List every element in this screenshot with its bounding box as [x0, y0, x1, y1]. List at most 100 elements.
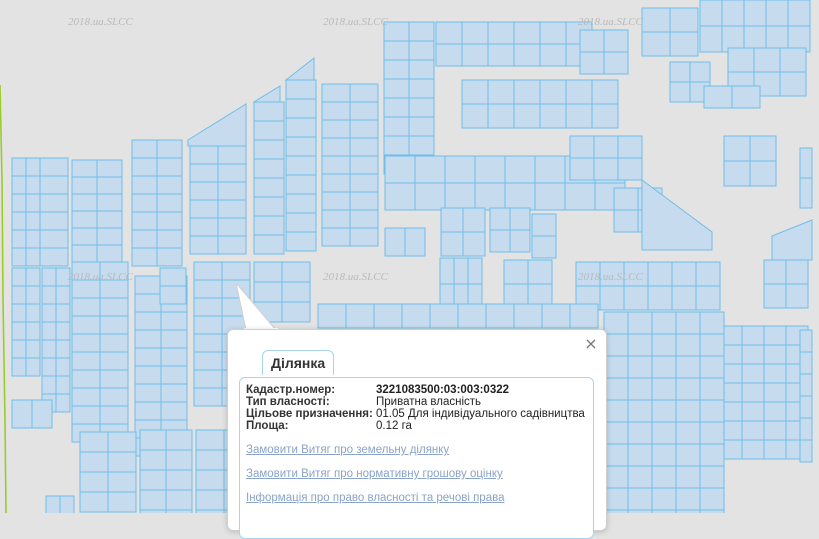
land-parcel[interactable] [41, 285, 57, 305]
land-parcel[interactable] [156, 229, 183, 249]
land-parcel[interactable] [25, 175, 41, 195]
land-parcel[interactable] [462, 231, 486, 257]
land-parcel[interactable] [799, 351, 813, 375]
land-parcel[interactable] [193, 387, 223, 407]
land-parcel[interactable] [603, 29, 629, 53]
land-parcel[interactable] [513, 21, 541, 45]
land-parcel[interactable] [134, 275, 162, 295]
land-parcel[interactable] [603, 487, 629, 511]
land-parcel[interactable] [647, 285, 673, 311]
land-parcel[interactable] [513, 79, 541, 105]
land-parcel[interactable] [741, 420, 765, 441]
land-parcel[interactable] [383, 97, 410, 118]
land-parcel[interactable] [689, 61, 711, 83]
land-parcel[interactable] [41, 267, 57, 287]
land-parcel[interactable] [675, 421, 701, 445]
land-parcel[interactable] [579, 29, 605, 53]
land-parcel[interactable] [440, 231, 464, 257]
land-parcel[interactable] [321, 173, 351, 193]
land-parcel[interactable] [799, 373, 813, 397]
land-parcel[interactable] [763, 325, 787, 346]
land-parcel[interactable] [217, 181, 247, 201]
land-parcel[interactable] [401, 303, 431, 329]
land-parcel[interactable] [99, 351, 129, 371]
land-parcel[interactable] [383, 135, 410, 156]
land-parcel[interactable] [39, 175, 69, 195]
land-parcel[interactable] [253, 120, 285, 141]
land-parcel[interactable] [485, 303, 515, 329]
tab-parcel[interactable]: Ділянка [262, 350, 335, 375]
land-parcel[interactable] [193, 333, 223, 353]
land-parcel[interactable] [669, 7, 699, 33]
land-parcel[interactable] [55, 339, 71, 359]
land-parcel[interactable] [107, 471, 137, 493]
land-parcel[interactable] [384, 155, 416, 184]
land-parcel[interactable] [727, 47, 755, 73]
land-parcel[interactable] [39, 229, 69, 249]
land-parcel[interactable] [539, 43, 567, 67]
land-parcel[interactable] [79, 451, 109, 473]
land-parcel[interactable] [45, 495, 61, 513]
land-parcel[interactable] [25, 211, 41, 231]
land-parcel[interactable] [461, 79, 489, 105]
land-parcel[interactable] [41, 339, 57, 359]
land-parcel[interactable] [253, 101, 285, 122]
order-parcel-extract-link[interactable]: Замовити Витяг про земельну ділянку [246, 444, 449, 456]
land-parcel[interactable] [189, 181, 219, 201]
land-parcel[interactable] [763, 259, 787, 285]
land-parcel[interactable] [321, 83, 351, 103]
land-parcel[interactable] [699, 421, 725, 445]
land-parcel[interactable] [591, 103, 619, 129]
land-parcel[interactable] [134, 311, 162, 331]
land-parcel[interactable] [159, 267, 187, 287]
land-parcel[interactable] [79, 491, 109, 513]
land-parcel[interactable] [193, 351, 223, 371]
land-parcel[interactable] [217, 145, 247, 165]
land-parcel[interactable] [457, 303, 487, 329]
land-parcel[interactable] [71, 297, 101, 317]
land-parcel[interactable] [741, 344, 765, 365]
land-parcel[interactable] [509, 207, 531, 231]
land-parcel[interactable] [613, 209, 639, 233]
land-parcel[interactable] [71, 369, 101, 389]
land-parcel[interactable] [603, 421, 629, 445]
land-parcel[interactable] [799, 395, 813, 419]
land-parcel[interactable] [487, 21, 515, 45]
land-parcel[interactable] [71, 333, 101, 353]
land-parcel[interactable] [763, 283, 787, 309]
land-parcel[interactable] [25, 321, 41, 341]
land-parcel[interactable] [699, 399, 725, 423]
land-parcel[interactable] [281, 301, 311, 323]
land-parcel[interactable] [444, 182, 476, 211]
land-parcel[interactable] [675, 355, 701, 379]
land-parcel[interactable] [675, 333, 701, 357]
land-parcel[interactable] [99, 405, 129, 425]
land-parcel[interactable] [723, 135, 751, 162]
land-parcel[interactable] [139, 449, 167, 471]
land-parcel[interactable] [107, 431, 137, 453]
land-parcel[interactable] [627, 421, 653, 445]
land-parcel[interactable] [165, 469, 193, 491]
land-parcel[interactable] [539, 79, 567, 105]
land-parcel[interactable] [11, 303, 27, 323]
land-parcel[interactable] [461, 43, 489, 67]
land-parcel[interactable] [461, 103, 489, 129]
land-parcel[interactable] [603, 377, 629, 401]
land-parcel[interactable] [134, 383, 162, 403]
land-parcel[interactable] [134, 401, 162, 421]
land-parcel[interactable] [131, 157, 158, 177]
land-parcel[interactable] [217, 163, 247, 183]
land-parcel[interactable] [779, 47, 807, 73]
land-parcel[interactable] [156, 193, 183, 213]
land-parcel[interactable] [439, 257, 455, 285]
land-parcel[interactable] [131, 139, 158, 159]
land-parcel[interactable] [25, 229, 41, 249]
land-parcel[interactable] [651, 333, 677, 357]
land-parcel[interactable] [193, 297, 223, 317]
land-parcel[interactable] [11, 339, 27, 359]
land-parcel[interactable] [71, 387, 101, 407]
land-parcel[interactable] [11, 247, 27, 267]
land-parcel[interactable] [349, 227, 379, 247]
land-parcel[interactable] [627, 333, 653, 357]
ownership-rights-info-link[interactable]: Інформація про право власності та речові… [246, 492, 504, 504]
